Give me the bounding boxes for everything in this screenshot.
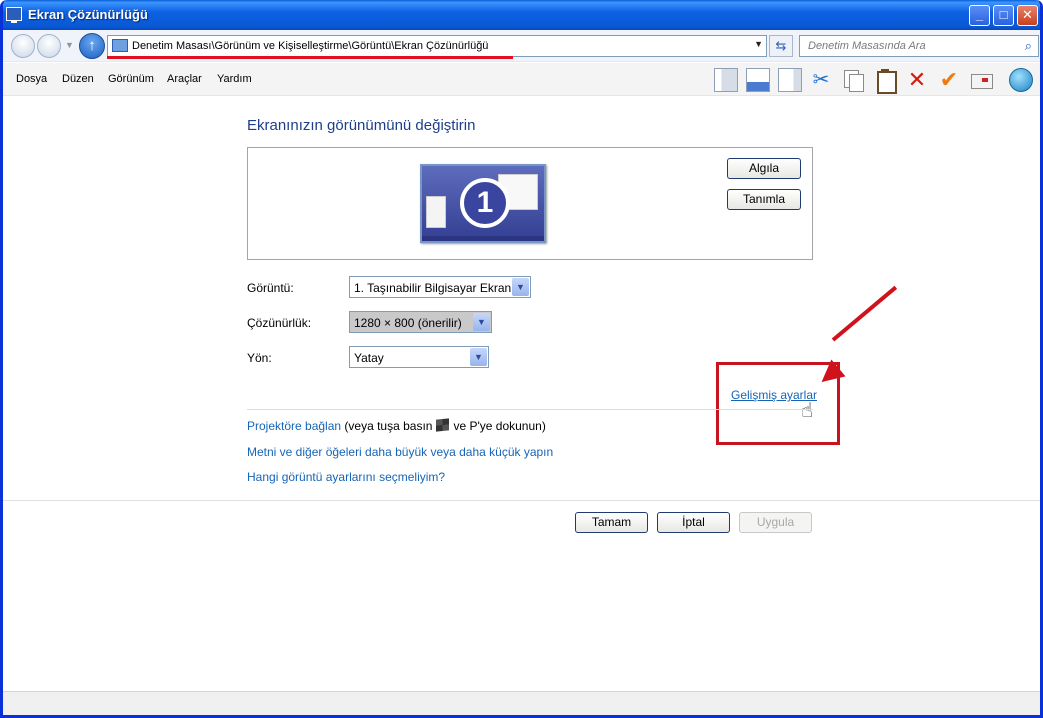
windows-key-icon	[436, 418, 450, 432]
cancel-button[interactable]: İptal	[657, 512, 730, 533]
display-select[interactable]: 1. Taşınabilir Bilgisayar Ekranı ▼	[349, 276, 531, 298]
divider	[247, 409, 813, 410]
address-path: Denetim Masası\Görünüm ve Kişiselleştirm…	[132, 40, 489, 52]
chevron-down-icon[interactable]: ▼	[65, 40, 74, 50]
minimize-button[interactable]: _	[969, 5, 990, 26]
title-bar: Ekran Çözünürlüğü _ □ ✕	[3, 0, 1040, 30]
search-placeholder: Denetim Masasında Ara	[808, 40, 926, 52]
chevron-down-icon[interactable]: ▼	[512, 278, 529, 296]
globe-icon[interactable]	[1009, 68, 1033, 92]
pane-left-icon[interactable]	[714, 68, 738, 92]
detect-button[interactable]: Algıla	[727, 158, 801, 179]
pane-right-icon[interactable]	[778, 68, 802, 92]
display-icon	[6, 7, 22, 23]
search-input[interactable]: Denetim Masasında Ara ⌕	[799, 35, 1039, 57]
back-button[interactable]	[11, 34, 35, 58]
which-settings-link[interactable]: Hangi görüntü ayarlarını seçmeliyim?	[247, 470, 445, 484]
hand-cursor-icon: ☝	[801, 400, 814, 422]
projector-link[interactable]: Projektöre bağlan	[247, 419, 341, 433]
orientation-select[interactable]: Yatay ▼	[349, 346, 489, 368]
status-bar	[3, 691, 1040, 715]
divider	[3, 500, 1040, 501]
monitor-icon[interactable]: 1	[420, 164, 546, 243]
identify-button[interactable]: Tanımla	[727, 189, 801, 210]
apply-button[interactable]: Uygula	[739, 512, 812, 533]
chevron-down-icon[interactable]: ▼	[473, 313, 490, 331]
chevron-down-icon[interactable]: ▼	[470, 348, 487, 366]
forward-button[interactable]	[37, 34, 61, 58]
text-size-link[interactable]: Metni ve diğer öğeleri daha büyük veya d…	[247, 445, 553, 459]
annotation-arrow	[831, 285, 898, 342]
cut-icon[interactable]: ✂	[809, 68, 833, 92]
up-arrow-icon[interactable]: ↑	[79, 33, 105, 59]
annotation-underline	[107, 56, 513, 59]
display-label: Görüntü:	[247, 281, 294, 295]
window: Ekran Çözünürlüğü _ □ ✕ ▼ ↑ Denetim Masa…	[0, 0, 1043, 718]
mail-icon[interactable]	[969, 68, 993, 92]
paste-icon[interactable]	[873, 68, 897, 94]
control-panel-icon	[112, 39, 128, 52]
menu-item-duzen[interactable]: Düzen	[62, 73, 94, 85]
menu-item-yardim[interactable]: Yardım	[217, 73, 252, 85]
address-bar[interactable]: Denetim Masası\Görünüm ve Kişiselleştirm…	[107, 35, 767, 57]
resolution-value: 1280 × 800 (önerilir)	[354, 316, 462, 330]
delete-icon[interactable]: ✕	[905, 68, 929, 92]
menu-item-dosya[interactable]: Dosya	[16, 73, 47, 85]
menu-bar: Dosya Düzen Görünüm Araçlar Yardım ✂ ✕ ✔	[3, 63, 1040, 96]
chevron-down-icon[interactable]: ▼	[754, 39, 763, 49]
menu-item-araclar[interactable]: Araçlar	[167, 73, 202, 85]
resolution-select[interactable]: 1280 × 800 (önerilir) ▼	[349, 311, 492, 333]
annotation-highlight-box	[716, 362, 840, 445]
monitor-number: 1	[460, 178, 510, 228]
search-icon[interactable]: ⌕	[1025, 38, 1032, 54]
close-button[interactable]: ✕	[1017, 5, 1038, 26]
navigation-bar: ▼ ↑ Denetim Masası\Görünüm ve Kişiselleş…	[3, 30, 1040, 62]
projector-hint-b: ve P'ye dokunun)	[453, 419, 546, 433]
orientation-value: Yatay	[354, 351, 384, 365]
refresh-icon[interactable]: ⇆	[769, 35, 793, 57]
copy-icon[interactable]	[841, 68, 865, 92]
window-title: Ekran Çözünürlüğü	[28, 7, 148, 22]
projector-row: Projektöre bağlan (veya tuşa basın ve P'y…	[247, 418, 546, 433]
window-thumbnail	[426, 196, 446, 228]
menu-item-gorunum[interactable]: Görünüm	[108, 73, 154, 85]
projector-hint-a: (veya tuşa basın	[344, 419, 433, 433]
display-value: 1. Taşınabilir Bilgisayar Ekranı	[354, 281, 515, 295]
orientation-label: Yön:	[247, 351, 272, 365]
check-icon[interactable]: ✔	[937, 68, 961, 92]
page-title: Ekranınızın görünümünü değiştirin	[247, 117, 476, 134]
resolution-label: Çözünürlük:	[247, 316, 312, 330]
pane-bottom-icon[interactable]	[746, 68, 770, 92]
ok-button[interactable]: Tamam	[575, 512, 648, 533]
taskbar-thumbnail	[422, 236, 544, 241]
maximize-button[interactable]: □	[993, 5, 1014, 26]
